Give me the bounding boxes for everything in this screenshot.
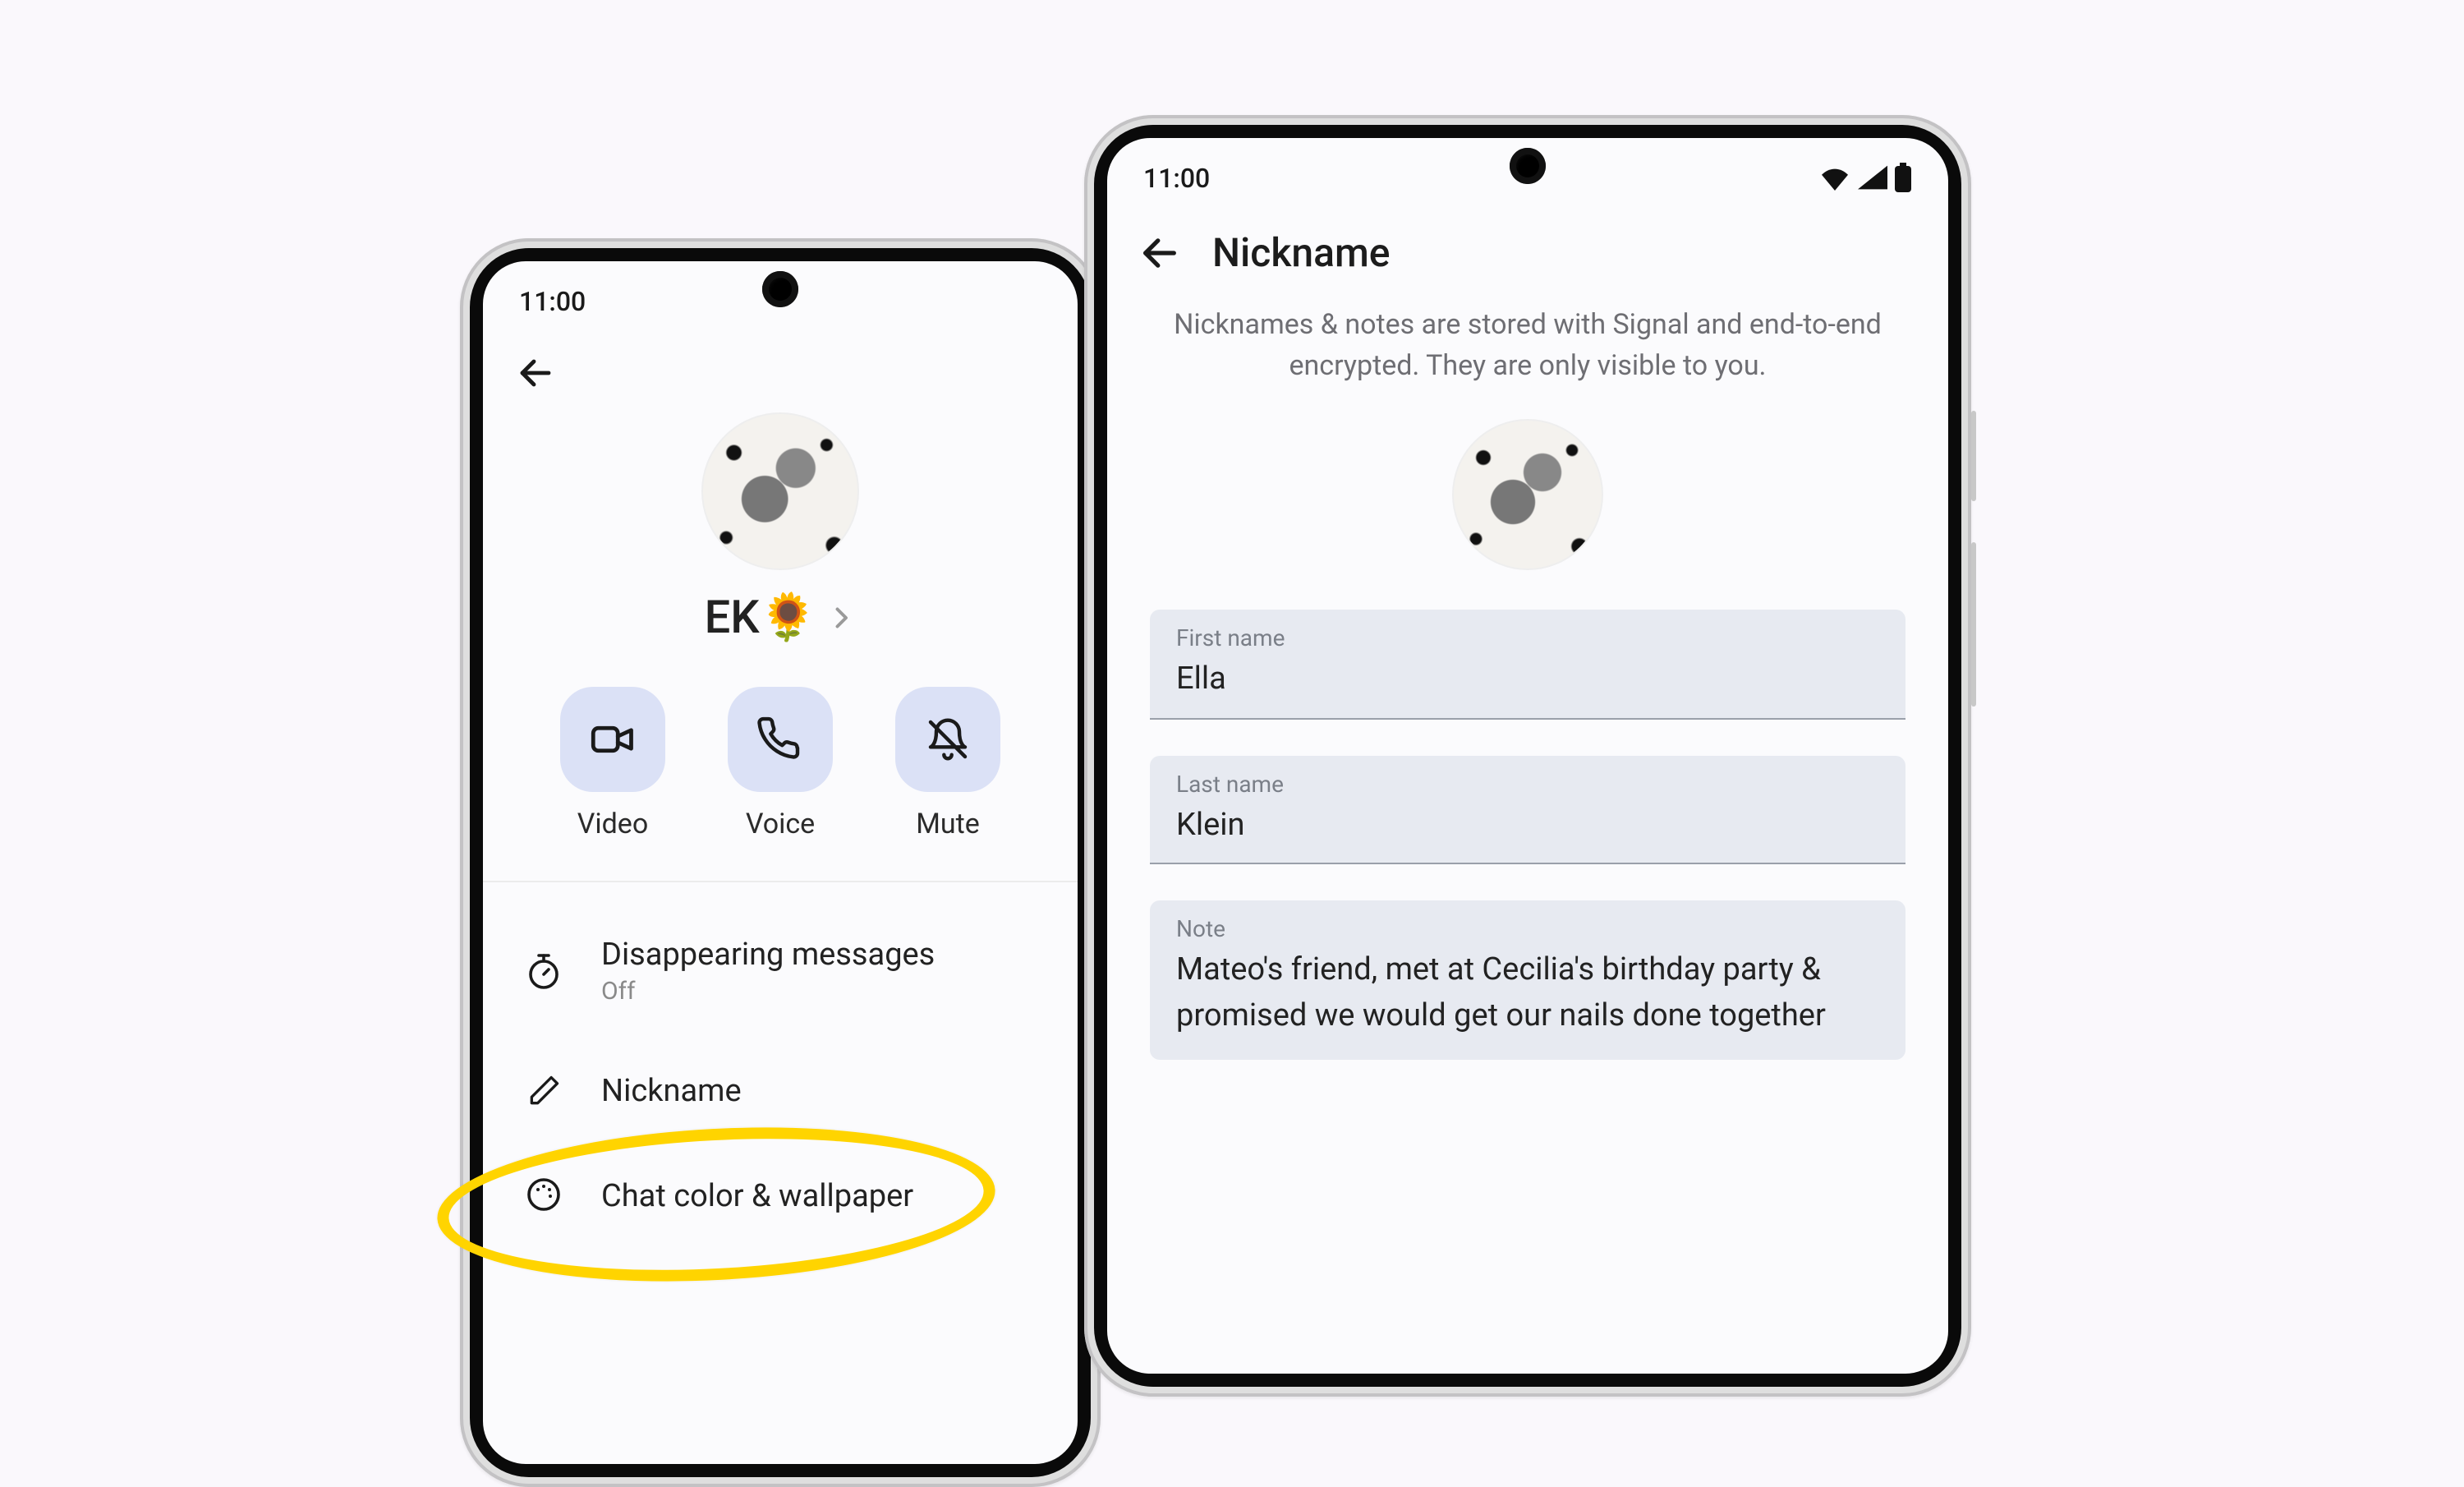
stage: 11:00 EK🌻 Vide (0, 0, 2464, 1387)
status-time: 11:00 (1143, 162, 1210, 193)
contact-name-row[interactable]: EK🌻 (705, 590, 857, 644)
phone-contact-detail: 11:00 EK🌻 Vide (460, 238, 1101, 1487)
field-label: First name (1176, 627, 1879, 653)
phone-camera (1510, 148, 1546, 184)
back-button[interactable] (513, 350, 559, 396)
field-label: Last name (1176, 772, 1879, 799)
status-time: 11:00 (519, 285, 586, 316)
setting-title: Chat color & wallpaper (601, 1176, 913, 1213)
setting-chat-color[interactable]: Chat color & wallpaper (513, 1152, 1048, 1237)
setting-title: Disappearing messages (601, 935, 935, 973)
action-voice-label: Voice (746, 808, 815, 841)
stopwatch-icon (524, 951, 563, 990)
arrow-left-icon (516, 353, 555, 393)
info-text: Nicknames & notes are stored with Signal… (1107, 283, 1948, 403)
phone-icon (757, 716, 803, 762)
field-value: Klein (1176, 802, 1879, 847)
action-voice[interactable]: Voice (728, 687, 833, 841)
field-label: Note (1176, 918, 1879, 944)
setting-subtitle: Off (601, 976, 935, 1006)
contact-avatar[interactable] (701, 412, 859, 570)
note-field[interactable]: Note Mateo's friend, met at Cecilia's bi… (1150, 901, 1905, 1061)
contact-avatar (1452, 420, 1603, 571)
contact-name: EK🌻 (705, 590, 817, 644)
page-title: Nickname (1212, 230, 1391, 276)
action-mute-label: Mute (916, 808, 980, 841)
phone-camera (762, 271, 798, 307)
battery-icon (1894, 163, 1912, 192)
action-video-label: Video (577, 808, 649, 841)
field-value: Ella (1176, 656, 1879, 702)
setting-disappearing-messages[interactable]: Disappearing messages Off (513, 912, 1048, 1029)
field-value: Mateo's friend, met at Cecilia's birthda… (1176, 947, 1879, 1038)
setting-title: Nickname (601, 1071, 742, 1109)
signal-icon (1858, 164, 1887, 191)
video-icon (588, 715, 637, 764)
bell-off-icon (925, 716, 971, 762)
palette-icon (524, 1175, 563, 1214)
divider (483, 881, 1078, 882)
first-name-field[interactable]: First name Ella (1150, 610, 1905, 720)
phone-nickname-editor: 11:00 Nickname Nicknames & notes are sto… (1084, 115, 1971, 1397)
chevron-right-icon (826, 597, 856, 637)
back-button[interactable] (1137, 230, 1183, 276)
action-video[interactable]: Video (560, 687, 665, 841)
action-mute[interactable]: Mute (895, 687, 1000, 841)
setting-nickname[interactable]: Nickname (513, 1048, 1048, 1132)
wifi-icon (1818, 164, 1851, 191)
arrow-left-icon (1138, 232, 1181, 274)
last-name-field[interactable]: Last name Klein (1150, 756, 1905, 865)
pencil-icon (526, 1072, 562, 1108)
